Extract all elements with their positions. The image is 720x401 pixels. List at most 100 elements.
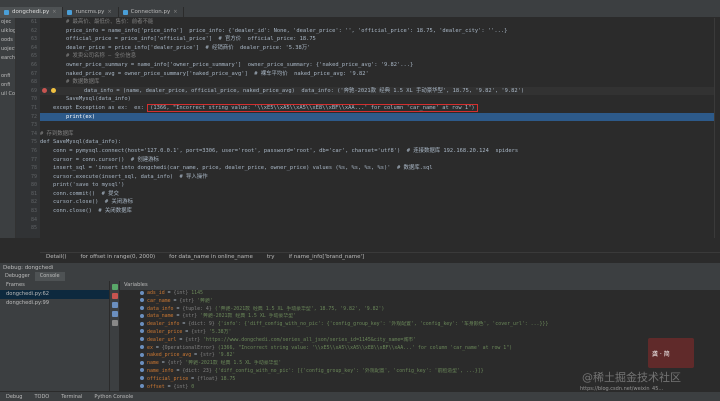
variable-row[interactable]: name = {str} '奔驰-2021款 经典 1.5 XL 手动豪华型' — [120, 360, 720, 368]
code-editor[interactable]: # 最高价、最低价、售价：前者不能 price_info = name_info… — [40, 18, 720, 238]
code-line[interactable]: print('save to mysql') — [40, 181, 720, 190]
step-into-icon[interactable] — [112, 311, 118, 317]
code-text: print(ex) — [40, 113, 96, 120]
code-line[interactable]: # 数据数据库 — [40, 78, 720, 87]
code-line[interactable]: official_price = price_info['official_pr… — [40, 35, 720, 44]
variable-type: {str} — [185, 336, 201, 343]
close-icon[interactable]: × — [52, 7, 56, 18]
code-line[interactable]: data_info = (name, dealer_price, officia… — [40, 86, 720, 96]
project-tree-item[interactable]: earch — [0, 54, 15, 63]
variable-row[interactable]: dealer_url = {str} 'https://www.dongched… — [120, 337, 720, 345]
project-tree-item[interactable] — [0, 63, 15, 72]
variable-row[interactable]: data_name = {str} '奔驰-2021款 经典 1.5 XL 手动… — [120, 313, 720, 321]
variable-value: {'diff_config_with_no_pic': [{'config_gr… — [214, 367, 484, 374]
status-bar-item[interactable]: TODO — [28, 392, 55, 401]
variable-value: 'https://www.dongchedi.com/series_all_js… — [202, 336, 416, 343]
variable-icon — [140, 306, 144, 311]
breadcrumb-item[interactable]: for offset in range(0, 2000) — [81, 254, 156, 260]
variable-row[interactable]: naked_price_avg = {str} '9.82' — [120, 352, 720, 360]
project-tree-item[interactable]: onfi — [0, 72, 15, 81]
variable-icon — [140, 368, 144, 373]
close-icon[interactable]: × — [173, 7, 177, 18]
breadcrumb-item[interactable]: try — [267, 254, 275, 260]
code-line[interactable]: # 存到数据库 — [40, 130, 720, 139]
code-line[interactable]: except Exception as ex: ex: (1366, "Inco… — [40, 103, 720, 113]
variable-row[interactable]: data_info = {tuple: 4} ('奔驰-2021款 经典 1.5… — [120, 306, 720, 314]
resume-icon[interactable] — [112, 284, 118, 290]
editor-tab[interactable]: runcms.py × — [63, 7, 119, 18]
variable-row[interactable]: ex = {OperationalError} (1366, "Incorrec… — [120, 345, 720, 353]
project-tree-item[interactable]: uiklog — [0, 27, 15, 36]
project-tree-item[interactable]: uoject — [0, 45, 15, 54]
code-line[interactable] — [40, 121, 720, 130]
frames-panel: Frames dongchedi.py:62 dongchedi.py:99 — [0, 281, 110, 391]
variable-icon — [140, 337, 144, 342]
code-line[interactable]: conn.commit() # 提交 — [40, 190, 720, 199]
code-line[interactable]: # 发卖公司名称 — 全价信息 — [40, 52, 720, 61]
line-number: 80 — [30, 182, 37, 189]
editor-scrollbar[interactable] — [714, 18, 720, 238]
line-number: 84 — [30, 216, 37, 223]
breakpoint-icon[interactable] — [42, 87, 47, 93]
debug-tab[interactable]: Console — [34, 272, 65, 281]
code-line[interactable]: cursor.execute(insert_sql, data_info) # … — [40, 173, 720, 182]
variable-row[interactable]: car_name = {str} '奔驰' — [120, 298, 720, 306]
breadcrumb-item[interactable]: Detail() — [46, 254, 67, 260]
code-line[interactable] — [40, 216, 720, 225]
variable-name: ads_id — [147, 290, 165, 296]
code-line[interactable]: conn.close() # 关闭数据库 — [40, 207, 720, 216]
project-tree-item[interactable]: uil Cons — [0, 90, 15, 99]
project-tree-item[interactable]: onfi — [0, 81, 15, 90]
variable-value: ('奔驰-2021款 经典 1.5 XL 手动豪华型', 18.75, '9.8… — [214, 305, 385, 312]
frame-item[interactable]: dongchedi.py:99 — [0, 299, 109, 308]
project-tree-item[interactable]: oods — [0, 36, 15, 45]
code-line[interactable]: SaveMysql(data_info) — [40, 95, 720, 104]
lightbulb-icon[interactable] — [51, 87, 56, 93]
variable-value: (1366, "Incorrect string value: '\\xE5\\… — [217, 344, 513, 351]
python-file-icon — [4, 10, 9, 15]
code-line[interactable]: dealer_price = price_info['dealer_price'… — [40, 44, 720, 53]
variable-type: {float} — [197, 375, 218, 382]
status-bar-item[interactable]: Python Console — [88, 392, 139, 401]
status-bar-item[interactable]: Terminal — [55, 392, 88, 401]
status-bar-item[interactable]: Debug — [0, 392, 28, 401]
variable-value: '奔驰-2021款 经典 1.5 XL 手动豪华型' — [185, 360, 282, 367]
code-line[interactable]: # 最高价、最低价、售价：前者不能 — [40, 18, 720, 27]
code-text: cursor.close() # 关闭游标 — [40, 199, 133, 206]
variable-value: '奔驰-2021款 经典 1.5 XL 手动豪华型' — [200, 313, 297, 320]
variable-row[interactable]: dealer_price = {str} '5.38万' — [120, 329, 720, 337]
code-line[interactable]: insert_sql = 'insert into dongchedi(car_… — [40, 164, 720, 173]
variable-row[interactable]: ads_id = {int} 1145 — [120, 290, 720, 298]
variable-name: car_name — [147, 297, 171, 304]
current-execution-line[interactable]: print(ex) — [40, 112, 720, 122]
line-number: 83 — [30, 208, 37, 215]
editor-tab[interactable]: Connection.py × — [119, 7, 185, 18]
variable-name: dealer_url — [147, 336, 177, 343]
debug-tab[interactable]: Debugger — [0, 272, 35, 281]
code-line[interactable]: price_info = name_info['price_info'] pri… — [40, 27, 720, 36]
project-tree-item[interactable]: ojec — [0, 18, 15, 27]
variable-row[interactable]: dealer_info = {dict: 9} {'info': {'diff_… — [120, 321, 720, 329]
variable-name: data_info — [147, 305, 174, 312]
breadcrumb-item[interactable]: for data_name in online_name — [169, 254, 253, 260]
code-line[interactable]: cursor.close() # 关闭游标 — [40, 198, 720, 207]
variable-icon — [140, 352, 144, 357]
variable-name: offset — [147, 383, 165, 390]
settings-icon[interactable] — [112, 320, 118, 326]
frame-item: Frames — [6, 282, 25, 288]
variable-name: dealer_price — [147, 328, 183, 335]
editor-tab[interactable]: dongchedi.py × — [0, 7, 64, 18]
code-line[interactable]: conn = pymysql.connect(host='127.0.0.1',… — [40, 147, 720, 156]
variable-value: '9.82' — [217, 352, 236, 359]
code-line[interactable] — [40, 224, 720, 233]
code-line[interactable]: owner_price_summary = name_info['owner_p… — [40, 61, 720, 70]
stop-icon[interactable] — [112, 293, 118, 299]
code-text: conn = pymysql.connect(host='127.0.0.1',… — [40, 147, 519, 154]
code-line[interactable]: cursor = conn.cursor() # 创建游标 — [40, 156, 720, 165]
breadcrumb-item[interactable]: if name_info['brand_name'] — [289, 254, 365, 260]
close-icon[interactable]: × — [107, 7, 111, 18]
frame-item[interactable]: dongchedi.py:62 — [0, 290, 109, 299]
step-over-icon[interactable] — [112, 302, 118, 308]
code-line[interactable]: def SaveMysql(data_info): — [40, 138, 720, 147]
code-line[interactable]: naked_price_avg = owner_price_summary['n… — [40, 70, 720, 79]
